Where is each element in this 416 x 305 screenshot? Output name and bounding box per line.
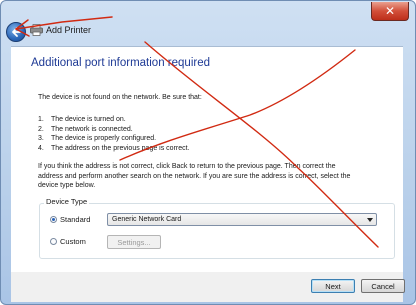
page-title: Additional port information required — [31, 57, 210, 69]
title-bar: ✕ Add Printer — [1, 1, 415, 45]
next-button-label: Next — [325, 281, 341, 291]
list-text: The device is turned on. — [51, 116, 126, 123]
instructions-line: address and perform another search on th… — [38, 172, 351, 180]
list-number: 1. — [38, 116, 44, 123]
wizard-footer: Next Cancel — [11, 272, 405, 302]
standard-radio[interactable] — [50, 216, 57, 223]
list-number: 2. — [38, 125, 44, 133]
settings-button[interactable]: Settings... — [107, 235, 161, 249]
list-item: 3. The device is properly configured. — [38, 135, 190, 145]
settings-button-label: Settings... — [117, 237, 151, 247]
close-icon: ✕ — [384, 4, 396, 18]
list-text: The network is connected. — [51, 125, 133, 133]
custom-radio[interactable] — [50, 238, 57, 245]
window-title: Add Printer — [46, 25, 92, 35]
wizard-content: Additional port information required The… — [11, 46, 403, 273]
chevron-down-icon — [367, 218, 373, 222]
cancel-button-label: Cancel — [371, 281, 395, 291]
device-type-value: Generic Network Card — [112, 216, 182, 223]
list-number: 4. — [38, 144, 44, 152]
list-item: 2. The network is connected. — [38, 126, 190, 136]
standard-label[interactable]: Standard — [60, 215, 90, 224]
printer-icon — [30, 24, 43, 36]
add-printer-window: ✕ Add Printer Additional port informatio… — [0, 0, 416, 305]
close-button[interactable]: ✕ — [371, 2, 409, 21]
instructions-line: If you think the address is not correct,… — [38, 163, 336, 170]
checklist: 1. The device is turned on. 2. The network… — [38, 116, 190, 154]
intro-text: The device is not found on the network. … — [38, 94, 202, 101]
instructions-line: device type below. — [38, 182, 96, 189]
list-text: The address on the previous page is corr… — [51, 144, 190, 152]
cancel-button[interactable]: Cancel — [361, 279, 405, 293]
back-button[interactable] — [6, 22, 26, 42]
custom-label[interactable]: Custom — [60, 237, 86, 246]
list-item: 4. The address on the previous page is co… — [38, 145, 190, 155]
list-item: 1. The device is turned on. — [38, 116, 190, 126]
back-arrow-icon — [12, 27, 21, 37]
device-type-group — [39, 203, 395, 259]
list-text: The device is properly configured. — [51, 135, 157, 142]
device-type-label: Device Type — [44, 197, 90, 206]
next-button[interactable]: Next — [311, 279, 355, 293]
device-type-select[interactable]: Generic Network Card — [107, 213, 377, 226]
list-number: 3. — [38, 135, 44, 142]
instructions-text: If you think the address is not correct,… — [38, 162, 398, 191]
